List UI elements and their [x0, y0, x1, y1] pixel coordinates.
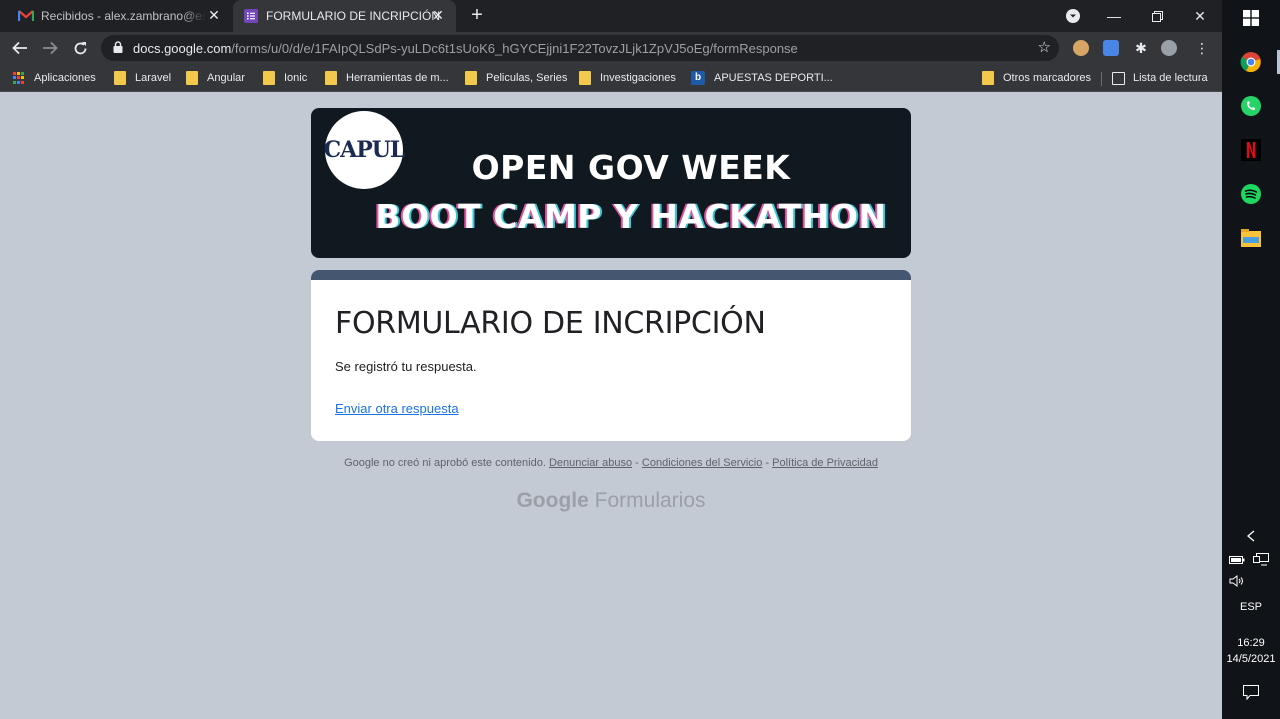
google-forms-logo[interactable]: Google Formularios: [311, 489, 911, 513]
tab-title: FORMULARIO DE INCRIPCIÓN: [266, 9, 441, 23]
folder-icon: [114, 71, 126, 85]
confirmation-card: FORMULARIO DE INCRIPCIÓN Se registró tu …: [311, 270, 911, 441]
chevron-up-icon[interactable]: [1239, 524, 1263, 548]
bookmark-label: Lista de lectura: [1133, 72, 1208, 84]
close-tab-icon[interactable]: ✕: [430, 7, 446, 23]
bookmark-aplicaciones[interactable]: Aplicaciones: [13, 70, 96, 86]
bookmark-investigaciones[interactable]: Investigaciones: [579, 70, 676, 86]
clock-date[interactable]: 14/5/2021: [1222, 653, 1280, 665]
bookmarks-bar: Aplicaciones Laravel Angular Ionic Herra…: [0, 64, 1222, 92]
bookmark-herramientas[interactable]: Herramientas de m...: [325, 70, 449, 86]
terms-link[interactable]: Condiciones del Servicio: [642, 457, 762, 469]
separator: -: [765, 457, 770, 469]
bookmark-ionic[interactable]: Ionic: [263, 70, 307, 86]
reload-icon[interactable]: [68, 36, 92, 60]
reading-list-icon: [1112, 71, 1125, 85]
apps-grid-icon: [13, 72, 25, 84]
bookmark-label: Otros marcadores: [1003, 72, 1092, 84]
close-window-icon[interactable]: ✕: [1180, 0, 1220, 32]
bookmark-label: Angular: [207, 72, 245, 84]
close-tab-icon[interactable]: ✕: [206, 7, 222, 23]
folder-icon: [263, 71, 275, 85]
windows-taskbar: ESP 16:29 14/5/2021: [1222, 0, 1280, 719]
back-arrow-icon[interactable]: [8, 36, 32, 60]
privacy-link[interactable]: Política de Privacidad: [772, 457, 878, 469]
new-tab-button[interactable]: +: [466, 5, 488, 27]
folder-icon: [325, 71, 337, 85]
chrome-icon[interactable]: [1239, 50, 1263, 74]
forward-arrow-icon[interactable]: [38, 36, 62, 60]
url-path: /forms/u/0/d/e/1FAIpQLSdPs-yuLDc6t1sUoK6…: [231, 40, 798, 56]
separator: -: [635, 457, 639, 469]
form-header-banner: CAPUL OPEN GOV WEEK BOOT CAMP Y HACKATHO…: [311, 108, 911, 258]
restore-icon[interactable]: [1137, 0, 1177, 32]
lock-icon[interactable]: [113, 40, 127, 56]
submit-another-response-link[interactable]: Enviar otra respuesta: [335, 401, 459, 416]
bookmark-star-icon[interactable]: ☆: [1038, 38, 1051, 56]
confirmation-message: Se registró tu respuesta.: [335, 359, 477, 374]
tab-search-icon[interactable]: [1053, 0, 1093, 32]
browser-toolbar: docs.google.com /forms/u/0/d/e/1FAIpQLSd…: [0, 32, 1222, 64]
folder-icon: [982, 71, 994, 85]
footer-disclaimer: Google no creó ni aprobó este contenido.…: [311, 457, 911, 469]
folder-icon: [186, 71, 198, 85]
tab-title: Recibidos - alex.zambrano@espam.edu.ec: [41, 9, 206, 23]
bookmark-label: Herramientas de m...: [346, 72, 449, 84]
bookmark-angular[interactable]: Angular: [186, 70, 245, 86]
more-menu-icon[interactable]: ⋮: [1194, 40, 1210, 56]
windows-start-icon[interactable]: [1239, 6, 1263, 30]
google-forms-icon: [243, 8, 259, 24]
bookmark-otros-marcadores[interactable]: Otros marcadores: [982, 70, 1091, 86]
profile-avatar[interactable]: [1161, 40, 1177, 56]
bookmark-label: Investigaciones: [600, 72, 676, 84]
url-host: docs.google.com: [133, 40, 232, 56]
banner-title: OPEN GOV WEEK: [471, 148, 791, 187]
tab-strip: Recibidos - alex.zambrano@espam.edu.ec ✕…: [0, 0, 1222, 32]
bookmark-lista-lectura[interactable]: Lista de lectura: [1112, 70, 1208, 86]
tab-gmail[interactable]: Recibidos - alex.zambrano@espam.edu.ec ✕: [0, 0, 232, 32]
folder-icon: [465, 71, 477, 85]
disclaimer-text: Google no creó ni aprobó este contenido.: [344, 457, 546, 469]
forms-wordmark: Formularios: [594, 489, 706, 512]
google-wordmark: Google: [516, 489, 589, 512]
bet-icon: b: [691, 71, 705, 85]
tab-form[interactable]: FORMULARIO DE INCRIPCIÓN ✕: [233, 0, 456, 32]
whatsapp-icon[interactable]: [1239, 94, 1263, 118]
bookmark-label: Peliculas, Series: [486, 72, 568, 84]
bookmark-apuestas[interactable]: b APUESTAS DEPORTI...: [691, 70, 833, 86]
report-abuse-link[interactable]: Denunciar abuso: [549, 457, 632, 469]
banner-subtitle: BOOT CAMP Y HACKATHON: [375, 197, 887, 236]
google-translate-icon[interactable]: [1103, 40, 1119, 56]
notifications-icon[interactable]: [1239, 680, 1263, 704]
bookmark-label: Ionic: [284, 72, 308, 84]
bookmark-divider: [1101, 72, 1102, 86]
gmail-icon: [18, 8, 34, 24]
extensions-puzzle-icon[interactable]: ✱: [1133, 40, 1149, 56]
card-accent-bar: [311, 270, 911, 280]
spotify-icon[interactable]: [1239, 182, 1263, 206]
volume-icon[interactable]: [1228, 569, 1246, 593]
minimize-icon[interactable]: —: [1094, 0, 1134, 32]
bookmark-label: Aplicaciones: [34, 72, 96, 84]
extension-owl-icon[interactable]: [1073, 40, 1089, 56]
network-icon[interactable]: [1252, 548, 1270, 572]
bookmark-peliculas[interactable]: Peliculas, Series: [465, 70, 567, 86]
netflix-icon[interactable]: [1239, 138, 1263, 162]
form-title: FORMULARIO DE INCRIPCIÓN: [335, 306, 766, 341]
bookmark-label: Laravel: [135, 72, 172, 84]
bookmark-laravel[interactable]: Laravel: [114, 70, 171, 86]
address-bar[interactable]: docs.google.com /forms/u/0/d/e/1FAIpQLSd…: [101, 35, 1059, 61]
folder-icon: [579, 71, 591, 85]
file-explorer-icon[interactable]: [1239, 226, 1263, 250]
bookmark-label: APUESTAS DEPORTI...: [714, 72, 833, 84]
language-indicator[interactable]: ESP: [1222, 601, 1280, 613]
clock-time[interactable]: 16:29: [1222, 637, 1280, 649]
